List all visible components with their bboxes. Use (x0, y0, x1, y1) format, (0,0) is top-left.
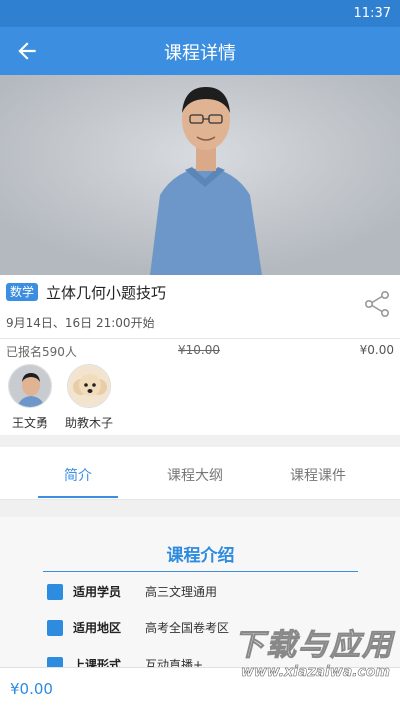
share-icon[interactable] (362, 289, 392, 319)
subject-tag: 数学 (6, 283, 39, 301)
intro-row-value: 互动直播+ (145, 658, 204, 667)
intro-row: 适用学员 高三文理通用 (47, 582, 358, 604)
avatar (8, 364, 52, 408)
user-icon (47, 584, 63, 600)
watermark-url: www.xiazaiwa.com (240, 664, 391, 681)
watermark: 下载与应用 www.xiazaiwa.com (204, 620, 394, 690)
status-time: 11:37 (353, 6, 391, 21)
page-title: 课程详情 (164, 43, 236, 64)
app-bar: 课程详情 (0, 27, 400, 75)
tab-bar: 简介 课程大纲 课程课件 (0, 447, 400, 500)
avatar (67, 364, 111, 408)
course-info-panel: 数学 立体几何小题技巧 9月14日、16日 21:00开始 已报名590人 ¥1… (0, 275, 400, 435)
intro-row-value: 高三文理通用 (145, 585, 218, 599)
tab-courseware[interactable]: 课程课件 (268, 465, 368, 485)
course-title: 立体几何小题技巧 (46, 284, 167, 302)
enrolled-count: 已报名590人 (6, 345, 77, 359)
intro-heading: 课程介绍 (166, 546, 235, 566)
teacher-item[interactable]: 助教木子 (61, 364, 117, 431)
divider (0, 338, 400, 339)
teacher-name: 助教木子 (64, 416, 113, 430)
original-price: ¥10.00 (178, 343, 220, 357)
watermark-text: 下载与应用 (234, 628, 394, 664)
intro-row-key: 适用地区 (73, 621, 122, 635)
status-bar: 11:37 (0, 0, 400, 27)
intro-row-key: 适用学员 (73, 585, 122, 599)
course-price: ¥0.00 (359, 343, 394, 357)
teacher-photo (0, 75, 400, 275)
course-schedule: 9月14日、16日 21:00开始 (6, 316, 155, 330)
active-tab-indicator (38, 496, 118, 498)
bottom-price: ¥0.00 (10, 680, 53, 698)
teacher-avatar-image (9, 365, 51, 407)
divider (43, 571, 358, 572)
course-cover-image (0, 75, 400, 275)
intro-row-key: 上课形式 (73, 658, 122, 667)
teacher-item[interactable]: 王文勇 (2, 364, 58, 431)
assistant-avatar-image (68, 365, 110, 407)
tab-intro[interactable]: 简介 (28, 465, 128, 485)
teacher-name: 王文勇 (11, 416, 48, 430)
class-format-icon (47, 657, 63, 667)
region-icon (47, 620, 63, 636)
tab-syllabus[interactable]: 课程大纲 (145, 465, 245, 485)
